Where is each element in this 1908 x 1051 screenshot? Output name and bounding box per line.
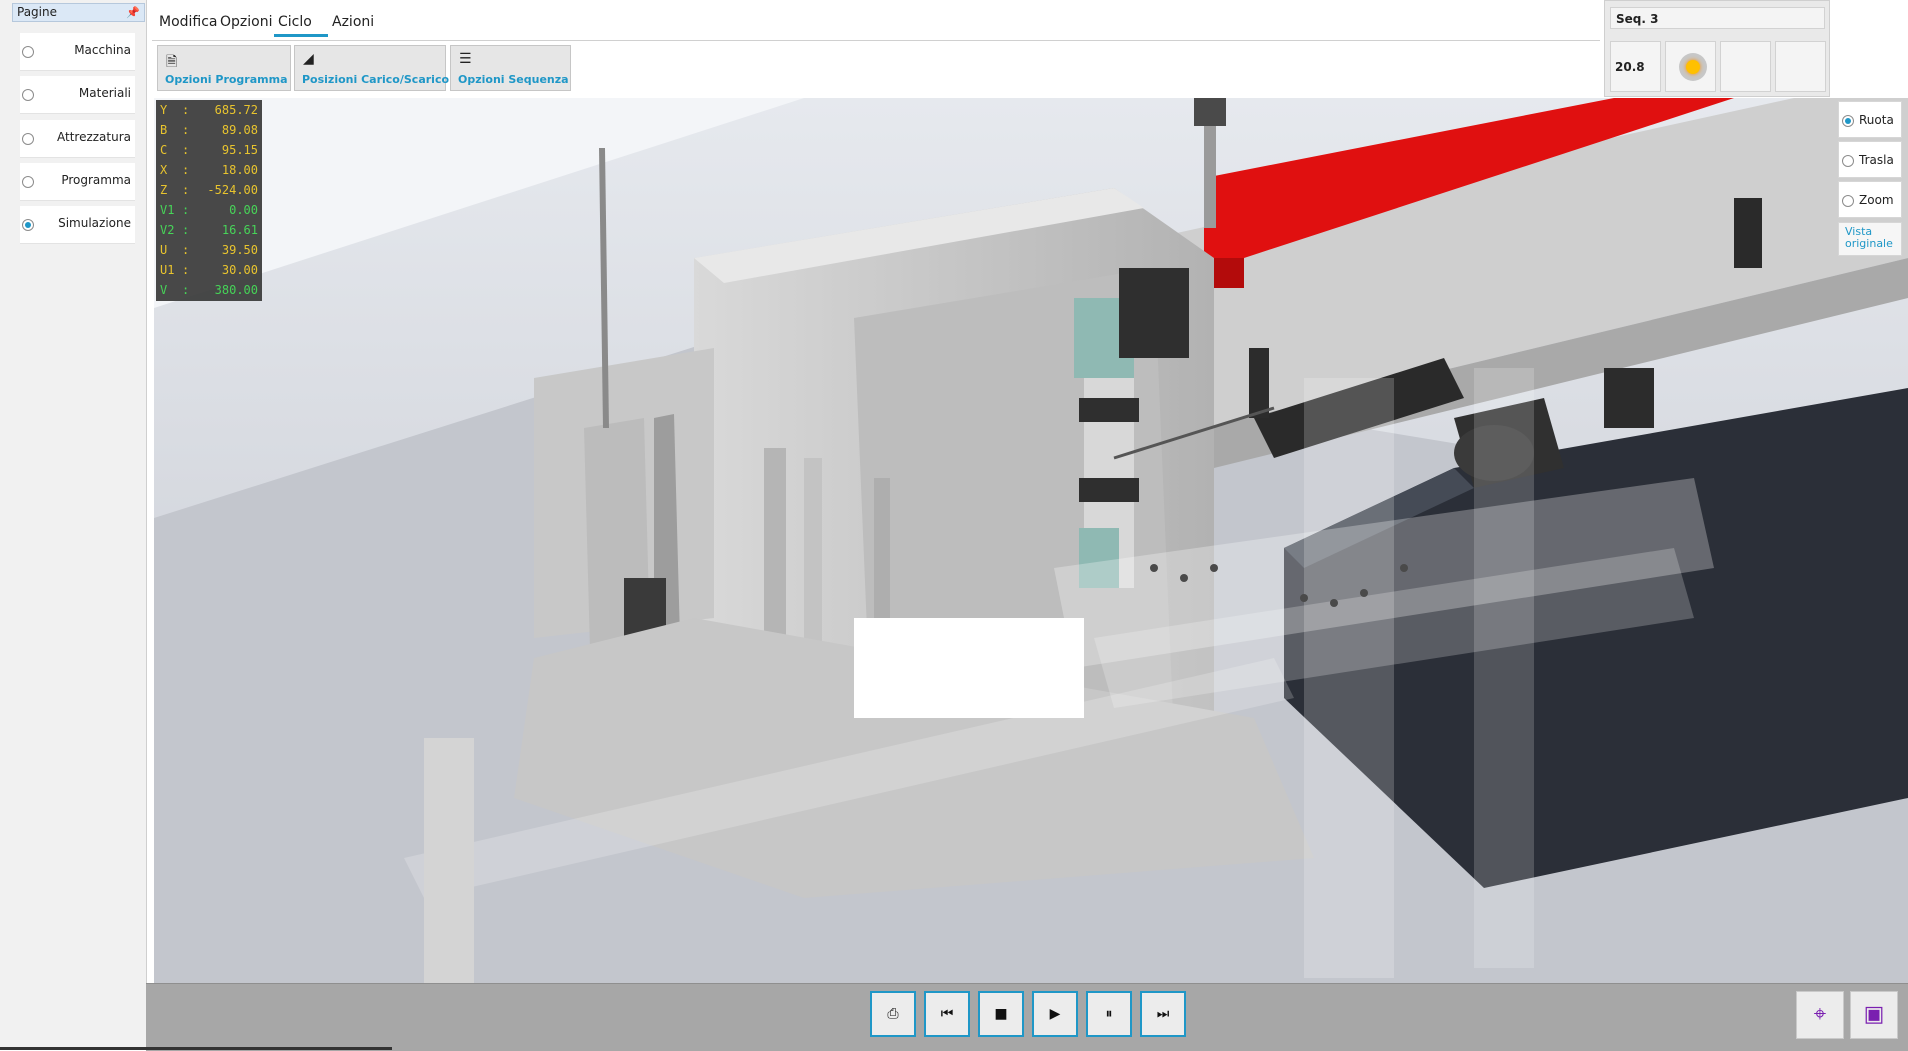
view-mode-label: Trasla (1859, 153, 1894, 167)
playback-bar: ⎙ ⏮ ■ ▶ ⏸ ⏭ ⌖ ▣ (146, 983, 1908, 1051)
reset-view-button[interactable]: Vista originale (1838, 222, 1902, 256)
nav-item-label: Attrezzatura (56, 130, 131, 144)
tab-opzioni[interactable]: Opzioni (220, 14, 272, 30)
skip-back-icon: ⏮ (940, 1006, 954, 1022)
pages-panel-title: Pagine (17, 5, 57, 19)
view-mode-ruota[interactable]: Ruota (1838, 101, 1902, 138)
sequence-slot-empty (1775, 41, 1826, 92)
axis-readout-row: V2:16.61 (160, 223, 258, 237)
stop-button[interactable]: ■ (978, 991, 1024, 1037)
skip-forward-button[interactable]: ⏭ (1140, 991, 1186, 1037)
model-button[interactable]: ▣ (1850, 991, 1898, 1039)
radio-icon[interactable] (22, 176, 34, 188)
radio-icon[interactable] (22, 46, 34, 58)
view-mode-zoom[interactable]: Zoom (1838, 181, 1902, 218)
pages-panel: Pagine 📌 Macchina Materiali Attrezzatura… (0, 0, 147, 1050)
pages-panel-header: Pagine 📌 (12, 3, 145, 22)
machine-3d-scene (154, 98, 1908, 983)
sequence-panel: Seq. 3 20.8 (1604, 0, 1830, 97)
axis-readout-row: Y:685.72 (160, 103, 258, 117)
load-unload-positions-button[interactable]: ◢ Posizioni Carico/Scarico (294, 45, 450, 91)
axis-readout-row: X:18.00 (160, 163, 258, 177)
simulation-viewport[interactable] (154, 98, 1908, 983)
pause-button[interactable]: ⏸ (1086, 991, 1132, 1037)
axis-readout-row: B:89.08 (160, 123, 258, 137)
ribbon-tabs: Modifica Opzioni Ciclo Azioni (152, 8, 1600, 41)
nav-item-label: Simulazione (58, 216, 131, 230)
stop-icon: ■ (994, 1006, 1008, 1022)
sequence-options-icon: ☰ (459, 51, 472, 67)
skip-back-button[interactable]: ⏮ (924, 991, 970, 1037)
status-light-icon (1679, 53, 1707, 81)
radio-icon[interactable] (1842, 155, 1854, 167)
load-unload-label: Posizioni Carico/Scarico (302, 73, 450, 86)
save-button[interactable]: ⎙ (870, 991, 916, 1037)
sequence-options-label: Opzioni Sequenza (458, 73, 569, 86)
view-mode-label: Ruota (1859, 113, 1894, 127)
skip-forward-icon: ⏭ (1156, 1006, 1170, 1022)
axis-readout-row: V1:0.00 (160, 203, 258, 217)
radio-icon[interactable] (1842, 195, 1854, 207)
reset-view-label-2: originale (1845, 237, 1893, 250)
tab-ciclo[interactable]: Ciclo (274, 14, 328, 37)
sequence-options-button[interactable]: ☰ Opzioni Sequenza (450, 45, 571, 91)
nav-item-label: Macchina (74, 43, 131, 57)
tab-azioni[interactable]: Azioni (332, 14, 374, 30)
crosshair-icon: ⌖ (1813, 1002, 1827, 1027)
radio-icon[interactable] (22, 133, 34, 145)
nav-item-materiali[interactable]: Materiali (20, 76, 135, 114)
pause-icon: ⏸ (1105, 1006, 1113, 1022)
nav-item-attrezzatura[interactable]: Attrezzatura (20, 120, 135, 158)
nav-item-macchina[interactable]: Macchina (20, 33, 135, 71)
tab-modifica[interactable]: Modifica (159, 14, 218, 30)
nav-item-simulazione[interactable]: Simulazione (20, 206, 135, 244)
view-mode-label: Zoom (1859, 193, 1894, 207)
program-options-button[interactable]: 🗎 Opzioni Programma (157, 45, 291, 91)
axis-readout-row: U:39.50 (160, 243, 258, 257)
cube-icon: ▣ (1863, 1002, 1885, 1027)
radio-icon[interactable] (22, 219, 34, 231)
view-mode-trasla[interactable]: Trasla (1838, 141, 1902, 178)
sequence-label: Seq. 3 (1610, 7, 1825, 29)
play-icon: ▶ (1049, 1006, 1061, 1022)
center-view-button[interactable]: ⌖ (1796, 991, 1844, 1039)
program-options-icon: 🗎 (166, 54, 178, 70)
sequence-slot-empty (1720, 41, 1771, 92)
nav-item-label: Materiali (78, 86, 131, 100)
radio-icon[interactable] (1842, 115, 1854, 127)
radio-icon[interactable] (22, 89, 34, 101)
axis-readout-panel: Y:685.72 B:89.08 C:95.15 X:18.00 Z: -524.… (156, 100, 262, 301)
program-options-label: Opzioni Programma (165, 73, 288, 86)
sequence-value: 20.8 (1610, 41, 1661, 92)
nav-item-programma[interactable]: Programma (20, 163, 135, 201)
save-icon: ⎙ (887, 1006, 899, 1022)
axis-readout-row: Z: -524.00 (160, 183, 258, 197)
play-button[interactable]: ▶ (1032, 991, 1078, 1037)
axis-readout-row: U1:30.00 (160, 263, 258, 277)
axis-readout-row: C:95.15 (160, 143, 258, 157)
load-unload-icon: ◢ (303, 51, 314, 67)
status-indicator (1665, 41, 1716, 92)
pin-icon[interactable]: 📌 (126, 4, 140, 21)
axis-readout-row: V:380.00 (160, 283, 258, 297)
nav-item-label: Programma (61, 173, 131, 187)
